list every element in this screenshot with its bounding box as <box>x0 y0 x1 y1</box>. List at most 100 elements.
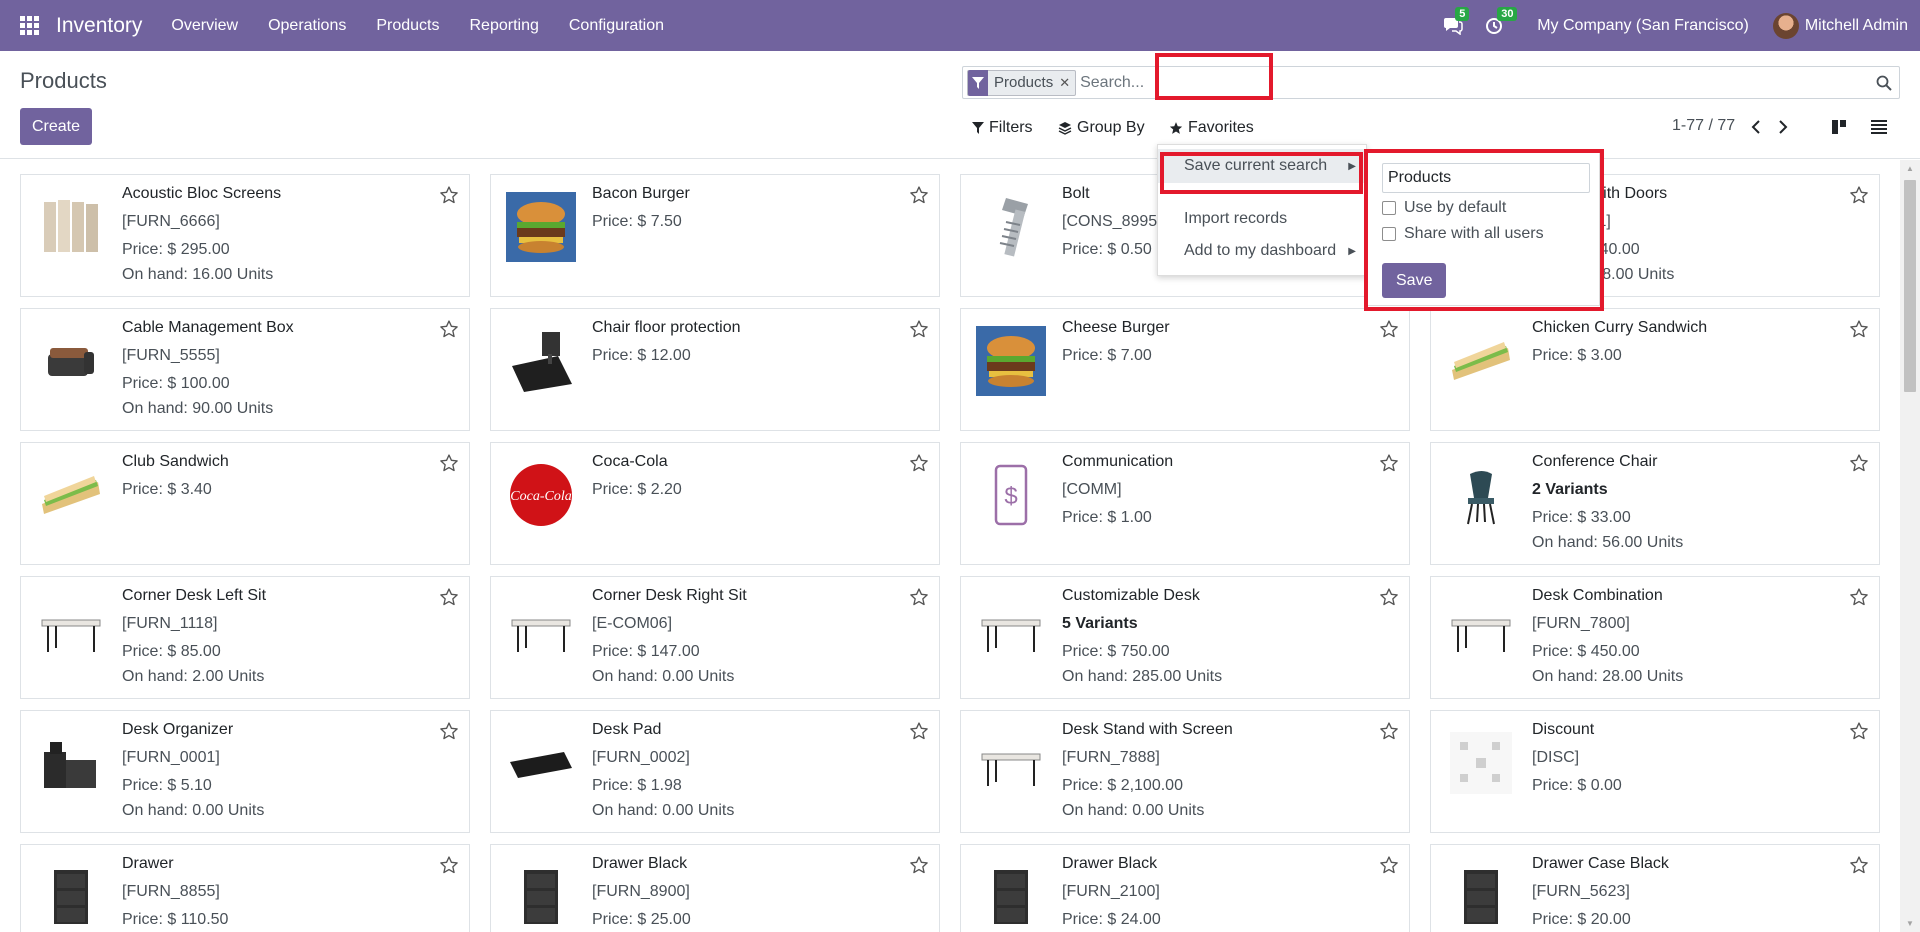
favorites-button[interactable]: Favorites <box>1169 116 1254 140</box>
product-card[interactable]: Club Sandwich Price: $ 3.40 <box>20 442 470 565</box>
product-card[interactable]: Chair floor protection Price: $ 12.00 <box>490 308 940 431</box>
favorite-star-icon[interactable] <box>1849 319 1869 339</box>
favorites-label: Favorites <box>1188 119 1254 136</box>
product-card[interactable]: Chicken Curry Sandwich Price: $ 3.00 <box>1430 308 1880 431</box>
product-card[interactable]: Discount [DISC] Price: $ 0.00 <box>1430 710 1880 833</box>
product-price: Price: $ 20.00 <box>1532 911 1631 928</box>
app-name[interactable]: Inventory <box>56 14 142 38</box>
save-panel-highlight <box>1364 149 1604 311</box>
filters-label: Filters <box>989 119 1033 136</box>
product-card[interactable]: Corner Desk Right Sit [E-COM06] Price: $ 1… <box>490 576 940 699</box>
scrollbar-thumb[interactable] <box>1904 180 1916 392</box>
product-name: Corner Desk Left Sit <box>122 587 267 604</box>
favorite-star-icon[interactable] <box>439 721 459 741</box>
favorite-star-icon[interactable] <box>1379 587 1399 607</box>
favorite-star-icon[interactable] <box>1849 185 1869 205</box>
favorite-star-icon[interactable] <box>1849 587 1869 607</box>
favorite-star-icon[interactable] <box>1849 453 1869 473</box>
product-card[interactable]: Desk Pad [FURN_0002] Price: $ 1.98 On hand:… <box>490 710 940 833</box>
drawer-image <box>971 857 1051 932</box>
kanban-view-icon[interactable] <box>1824 113 1854 141</box>
product-card[interactable]: Corner Desk Left Sit [FURN_1118] Price: $ … <box>20 576 470 699</box>
screens-image <box>31 187 111 267</box>
favorite-star-icon[interactable] <box>909 855 929 875</box>
favorite-star-icon[interactable] <box>439 587 459 607</box>
product-price: Price: $ 110.50 <box>122 911 229 928</box>
favorite-star-icon[interactable] <box>439 319 459 339</box>
product-card[interactable]: Cheese Burger Price: $ 7.00 <box>960 308 1410 431</box>
favorite-star-icon[interactable] <box>909 453 929 473</box>
product-name: Bacon Burger <box>592 185 690 202</box>
favorite-star-icon[interactable] <box>439 185 459 205</box>
scroll-down-icon[interactable]: ▼ <box>1900 915 1920 932</box>
product-card[interactable]: Drawer Case Black [FURN_5623] Price: $ 20.… <box>1430 844 1880 932</box>
product-price: Price: $ 85.00 <box>122 643 221 660</box>
product-name: Drawer <box>122 855 174 872</box>
favorite-star-icon[interactable] <box>1379 319 1399 339</box>
favorite-star-icon[interactable] <box>439 855 459 875</box>
product-card[interactable]: Desk Combination [FURN_7800] Price: $ 450.… <box>1430 576 1880 699</box>
product-card[interactable]: Cable Management Box [FURN_5555] Price: $ … <box>20 308 470 431</box>
app-menu-grid-icon[interactable] <box>20 15 40 36</box>
list-view-icon[interactable] <box>1864 113 1894 141</box>
add-to-dashboard-item[interactable]: Add to my dashboard ▶ <box>1158 239 1366 263</box>
user-menu[interactable]: Mitchell Admin <box>1772 12 1908 39</box>
product-card[interactable]: Coca-Cola Coca-Cola Price: $ 2.20 <box>490 442 940 565</box>
pager-value[interactable]: 1-77 / 77 <box>1672 117 1735 135</box>
layers-icon <box>1058 122 1072 135</box>
menu-configuration[interactable]: Configuration <box>554 17 679 35</box>
favorite-star-icon[interactable] <box>909 185 929 205</box>
product-card[interactable]: Drawer Black [FURN_2100] Price: $ 24.00 <box>960 844 1410 932</box>
menu-reporting[interactable]: Reporting <box>454 17 553 35</box>
product-card[interactable]: Customizable Desk 5 Variants Price: $ 750.… <box>960 576 1410 699</box>
chevron-right-icon[interactable] <box>1773 115 1793 139</box>
vertical-scrollbar[interactable]: ▲ ▼ <box>1900 160 1920 932</box>
favorite-star-icon[interactable] <box>909 319 929 339</box>
product-card[interactable]: $ Communication [COMM] Price: $ 1.00 <box>960 442 1410 565</box>
favorite-star-icon[interactable] <box>1849 721 1869 741</box>
favorite-star-icon[interactable] <box>909 587 929 607</box>
product-name: Desk Organizer <box>122 721 234 738</box>
favorite-star-icon[interactable] <box>439 453 459 473</box>
avatar <box>1772 12 1799 39</box>
favorite-star-icon[interactable] <box>1379 855 1399 875</box>
favorite-star-icon[interactable] <box>909 721 929 741</box>
facet-remove-icon[interactable]: ✕ <box>1059 75 1075 91</box>
product-card[interactable]: Desk Organizer [FURN_0001] Price: $ 5.10 On… <box>20 710 470 833</box>
menu-products[interactable]: Products <box>361 17 454 35</box>
company-switcher[interactable]: My Company (San Francisco) <box>1537 17 1749 35</box>
groupby-button[interactable]: Group By <box>1058 116 1145 140</box>
product-card[interactable]: Bacon Burger Price: $ 7.50 <box>490 174 940 297</box>
product-card[interactable]: Drawer [FURN_8855] Price: $ 110.50 <box>20 844 470 932</box>
filter-icon <box>972 122 984 134</box>
menu-operations[interactable]: Operations <box>253 17 361 35</box>
favorite-star-icon[interactable] <box>1379 453 1399 473</box>
chevron-left-icon[interactable] <box>1746 115 1766 139</box>
product-price: Price: $ 24.00 <box>1062 911 1161 928</box>
product-price: Price: $ 100.00 <box>122 375 230 392</box>
product-name: Communication <box>1062 453 1174 470</box>
search-icon[interactable] <box>1869 75 1899 91</box>
bolt-image <box>971 187 1051 267</box>
favorite-star-icon[interactable] <box>1379 721 1399 741</box>
import-records-item[interactable]: Import records <box>1158 207 1366 231</box>
product-card[interactable]: Acoustic Bloc Screens [FURN_6666] Price: $… <box>20 174 470 297</box>
product-on-hand: On hand: 16.00 Units <box>122 266 274 283</box>
filter-icon <box>968 69 988 96</box>
filters-button[interactable]: Filters <box>972 116 1033 140</box>
product-name: Desk Stand with Screen <box>1062 721 1233 738</box>
messages-button[interactable]: 5 <box>1443 6 1470 35</box>
activities-button[interactable]: 30 <box>1485 6 1518 35</box>
favorite-star-icon[interactable] <box>1849 855 1869 875</box>
scroll-up-icon[interactable]: ▲ <box>1900 160 1920 177</box>
product-card[interactable]: Drawer Black [FURN_8900] Price: $ 25.00 <box>490 844 940 932</box>
menu-overview[interactable]: Overview <box>156 17 253 35</box>
create-button[interactable]: Create <box>20 108 93 145</box>
product-card[interactable]: Desk Stand with Screen [FURN_7888] Price: … <box>960 710 1410 833</box>
groupby-label: Group By <box>1077 119 1145 136</box>
product-price: Price: $ 147.00 <box>592 643 700 660</box>
search-bar: Products ✕ <box>962 66 1900 99</box>
product-card[interactable]: Conference Chair 2 Variants Price: $ 33.00… <box>1430 442 1880 565</box>
product-name: Desk Combination <box>1532 587 1663 604</box>
product-on-hand: On hand: 0.00 Units <box>592 802 735 819</box>
